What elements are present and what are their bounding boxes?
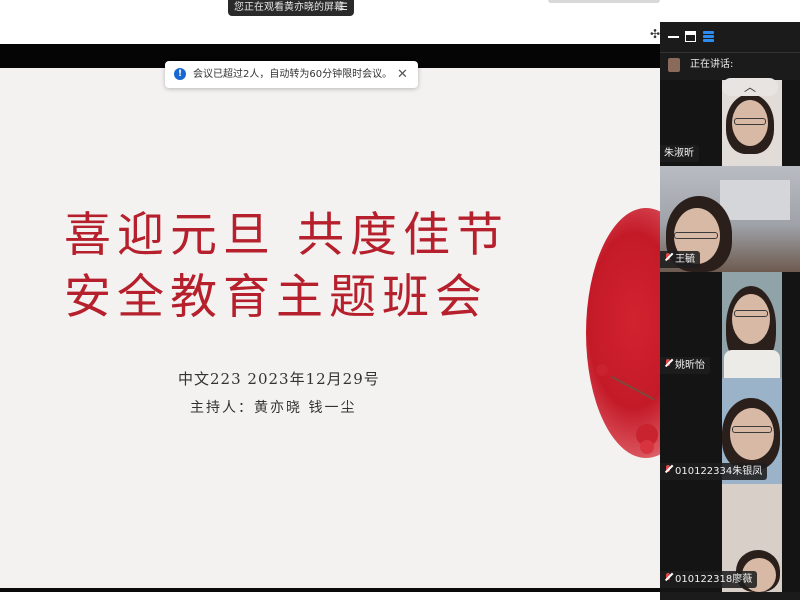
slide-hosts: 主持人：黄亦晓 钱一尘: [190, 400, 357, 416]
collapse-button[interactable]: ︿: [722, 78, 778, 96]
info-icon: !: [174, 68, 186, 80]
decorative-blossom: [596, 364, 608, 376]
participant-name-tag: 010122334朱银凤: [660, 463, 768, 480]
menu-icon[interactable]: ☰: [339, 0, 348, 16]
minimize-icon[interactable]: [668, 31, 679, 42]
participant-tile[interactable]: 010122318廖薇: [660, 484, 800, 592]
participant-name-tag: 朱淑昕: [660, 145, 699, 162]
mic-muted-icon: [664, 253, 672, 263]
participant-tile[interactable]: 姚昕怡: [660, 272, 800, 378]
slide-title-line-2: 安全教育主题班会: [64, 270, 488, 325]
shared-slide: 喜迎元旦 共度佳节 安全教育主题班会 中文223 2023年12月29号 主持人…: [0, 68, 660, 588]
mic-muted-icon: [664, 573, 672, 583]
panel-toolbar: [660, 22, 800, 52]
participant-name-tag: 010122318廖薇: [660, 571, 758, 588]
mic-muted-icon: [664, 359, 672, 369]
notification-text: 会议已超过2人，自动转为60分钟限时会议。: [193, 69, 393, 80]
participant-tile[interactable]: 王毓: [660, 166, 800, 272]
mic-muted-icon: [664, 465, 672, 475]
participant-name: 010122318廖薇: [675, 574, 753, 585]
participant-name: 朱淑昕: [664, 148, 694, 159]
participant-name: 王毓: [675, 254, 695, 265]
window-icon[interactable]: [685, 31, 696, 42]
meeting-limit-notification: ! 会议已超过2人，自动转为60分钟限时会议。 ✕: [165, 61, 418, 88]
participant-name: 010122334朱银凤: [675, 466, 763, 477]
top-indicator: [548, 0, 660, 3]
pin-icon[interactable]: ✣: [650, 27, 660, 41]
bottom-strip: [0, 592, 660, 600]
participant-name: 姚昕怡: [675, 360, 705, 371]
close-icon[interactable]: ✕: [397, 61, 408, 88]
speaking-indicator: 正在讲话:: [660, 53, 800, 77]
decorative-blossom: [640, 440, 654, 454]
slide-title-line-1: 喜迎元旦 共度佳节: [64, 208, 509, 263]
screen-share-banner[interactable]: 您正在观看黄亦晓的屏幕 ☰: [228, 0, 354, 16]
speaking-label: 正在讲话:: [690, 59, 734, 70]
participant-name-tag: 王毓: [660, 251, 700, 268]
participant-name-tag: 姚昕怡: [660, 357, 710, 374]
decorative-ink-blot: [586, 208, 660, 458]
stack-icon[interactable]: [703, 31, 714, 42]
avatar: [668, 58, 680, 72]
screen-share-text: 您正在观看黄亦晓的屏幕: [234, 2, 344, 13]
participant-video: [722, 272, 782, 378]
participant-tile[interactable]: 010122334朱银凤: [660, 378, 800, 484]
slide-class-date: 中文223 2023年12月29号: [178, 370, 380, 388]
